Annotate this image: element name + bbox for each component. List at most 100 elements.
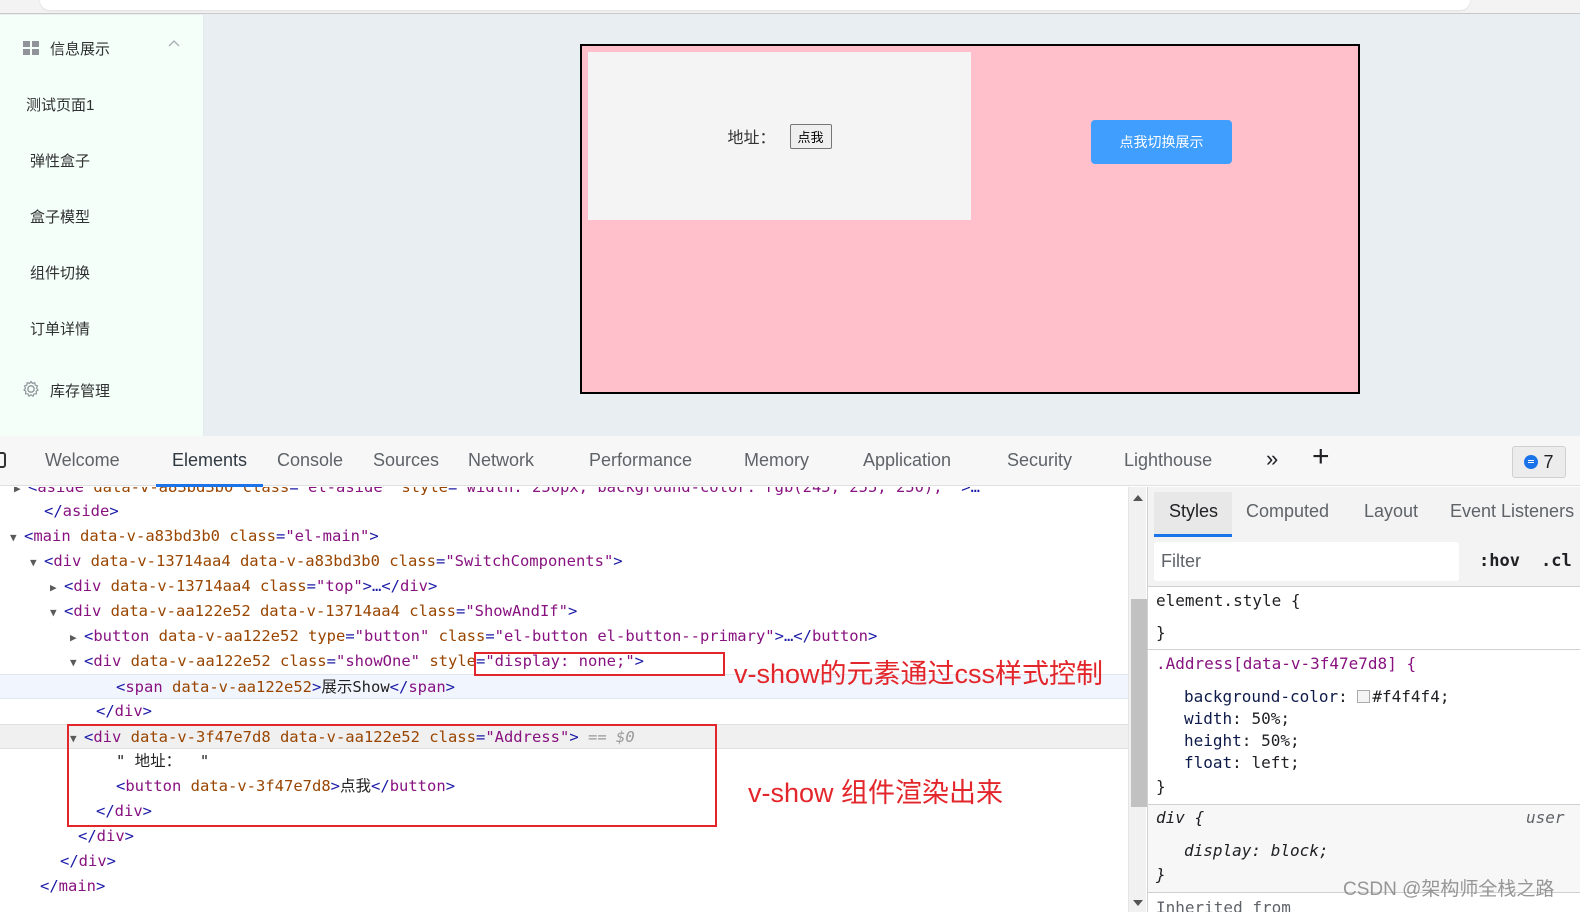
tab-welcome[interactable]: Welcome	[45, 450, 120, 486]
sidebar-item-test-page-1[interactable]: 测试页面1	[0, 86, 204, 126]
dom-token: style	[401, 487, 448, 496]
prop-name: width	[1184, 709, 1233, 728]
prop-background-color[interactable]: background-color: #f4f4f4;	[1184, 687, 1449, 706]
more-tabs-icon[interactable]: »	[1266, 446, 1278, 472]
tab-event-listeners[interactable]: Event Listeners	[1450, 501, 1574, 522]
dom-token: button	[811, 627, 868, 645]
dom-token: "SwitchComponents"	[445, 552, 614, 570]
dom-token: =	[276, 527, 286, 545]
dom-token: >	[613, 552, 623, 570]
styles-filter-input[interactable]	[1154, 542, 1459, 581]
dom-token: "el-aside"	[298, 487, 402, 496]
address-bar[interactable]	[40, 0, 1470, 10]
dom-token: <	[64, 577, 74, 595]
dom-token: <	[44, 552, 54, 570]
tab-computed[interactable]: Computed	[1246, 501, 1329, 522]
prop-name: background-color	[1184, 687, 1339, 706]
prop-float[interactable]: float: left;	[1184, 753, 1300, 772]
dom-token: <	[84, 652, 94, 670]
tab-application[interactable]: Application	[863, 450, 951, 486]
expand-triangle-icon[interactable]: ▶	[70, 625, 84, 650]
toggle-display-button[interactable]: 点我切换展示	[1091, 120, 1232, 164]
dom-tree-line[interactable]: ▶ <div data-v-13714aa4 class="top">…</div…	[0, 574, 1128, 599]
dom-token: class	[242, 487, 290, 496]
tab-console[interactable]: Console	[277, 450, 343, 486]
dom-token: >	[312, 678, 322, 696]
sidebar-group-inventory[interactable]: 库存管理	[0, 375, 204, 403]
dom-tree-line[interactable]: </div>	[0, 849, 1128, 874]
dom-token: div	[73, 577, 111, 595]
tab-performance[interactable]: Performance	[589, 450, 692, 486]
scrollbar-thumb[interactable]	[1131, 599, 1147, 807]
tab-sources[interactable]: Sources	[373, 450, 439, 486]
dom-token: <	[84, 627, 94, 645]
rule-selector[interactable]: element.style {	[1156, 591, 1301, 610]
collapse-triangle-icon[interactable]: ▼	[30, 550, 44, 575]
dom-tree-line[interactable]: ▼ <main data-v-a83bd3b0 class="el-main">	[0, 524, 1128, 549]
dom-token: data-v-aa122e52	[158, 627, 308, 645]
scroll-down-icon[interactable]	[1133, 900, 1143, 906]
dom-token: div	[73, 602, 111, 620]
dom-token: >…</	[774, 627, 812, 645]
annotation-css-control: v-show的元素通过css样式控制	[734, 659, 1104, 689]
collapse-triangle-icon[interactable]: ▼	[10, 525, 24, 550]
rule-close: }	[1156, 777, 1166, 796]
dom-token: data-v-13714aa4	[110, 577, 260, 595]
chevron-up-icon[interactable]	[168, 38, 182, 52]
tab-styles[interactable]: Styles	[1169, 501, 1218, 522]
dom-token: <	[116, 678, 126, 696]
expand-triangle-icon[interactable]: ▶	[50, 575, 64, 600]
dom-token: data-v-aa122e52 data-v-13714aa4	[110, 602, 410, 620]
dom-token: </	[44, 502, 63, 520]
tab-security[interactable]: Security	[1007, 450, 1072, 486]
dom-tree-line[interactable]: </div>	[0, 824, 1128, 849]
dom-token: >	[445, 678, 456, 696]
rule-close: }	[1156, 865, 1166, 884]
dom-token: >	[106, 852, 117, 870]
tab-memory[interactable]: Memory	[744, 450, 809, 486]
dom-token: div	[93, 652, 131, 670]
dom-tree-line[interactable]: ▶ <button data-v-aa122e52 type="button" c…	[0, 624, 1128, 649]
dom-tree-line[interactable]: </aside>	[0, 499, 1128, 524]
collapse-triangle-icon[interactable]: ▼	[50, 600, 64, 625]
elements-scrollbar[interactable]	[1128, 487, 1147, 912]
add-tab-icon[interactable]: +	[1312, 440, 1330, 474]
dom-tree-line[interactable]: </main>	[0, 874, 1128, 899]
dom-token: <	[28, 487, 38, 496]
sidebar-item-box-model[interactable]: 盒子模型	[0, 198, 204, 238]
tab-network[interactable]: Network	[468, 450, 534, 486]
prop-width[interactable]: width: 50%;	[1184, 709, 1290, 728]
sidebar-item-order-details[interactable]: 订单详情	[0, 310, 204, 350]
collapse-triangle-icon[interactable]: ▼	[70, 650, 84, 675]
inherited-label: Inherited from	[1156, 898, 1291, 912]
dom-token: </	[389, 678, 409, 696]
dom-token: div	[96, 827, 125, 845]
dom-token: style	[429, 652, 476, 670]
sidebar-item-component-switch[interactable]: 组件切换	[0, 254, 204, 294]
tab-layout[interactable]: Layout	[1364, 501, 1418, 522]
sidebar-group-info-display[interactable]: 信息展示	[0, 35, 204, 61]
click-me-button[interactable]: 点我	[789, 123, 832, 149]
prop-height[interactable]: height: 50%;	[1184, 731, 1300, 750]
issues-badge-button[interactable]: 7	[1512, 446, 1566, 478]
scroll-up-icon[interactable]	[1133, 495, 1143, 501]
color-swatch[interactable]	[1357, 690, 1371, 703]
dom-tree-line[interactable]: ▼ <div data-v-aa122e52 data-v-13714aa4 cl…	[0, 599, 1128, 624]
dom-tree-line[interactable]: </div>	[0, 699, 1128, 724]
dom-token: >	[369, 527, 379, 545]
tab-lighthouse[interactable]: Lighthouse	[1124, 450, 1212, 486]
dom-token: "el-button el-button--primary"	[494, 627, 775, 645]
devtools-tab-bar: Welcome Elements Console Sources Network…	[0, 436, 1580, 487]
tab-elements[interactable]: Elements	[155, 450, 264, 487]
sidebar-item-flexbox[interactable]: 弹性盒子	[0, 142, 204, 182]
dom-token: class	[259, 577, 307, 595]
hover-state-toggle[interactable]: :hov	[1479, 551, 1520, 571]
rule-selector[interactable]: .Address[data-v-3f47e7d8] {	[1156, 654, 1416, 673]
browser-top-strip	[0, 0, 1580, 14]
dom-token: class	[409, 602, 456, 620]
device-toolbar-icon[interactable]	[0, 452, 6, 468]
rule-address: .Address[data-v-3f47e7d8] { background-c…	[1148, 651, 1580, 805]
dom-token: "top"	[316, 577, 363, 595]
class-toggle[interactable]: .cl	[1541, 551, 1572, 571]
dom-tree-line[interactable]: ▼ <div data-v-13714aa4 data-v-a83bd3b0 cl…	[0, 549, 1128, 574]
